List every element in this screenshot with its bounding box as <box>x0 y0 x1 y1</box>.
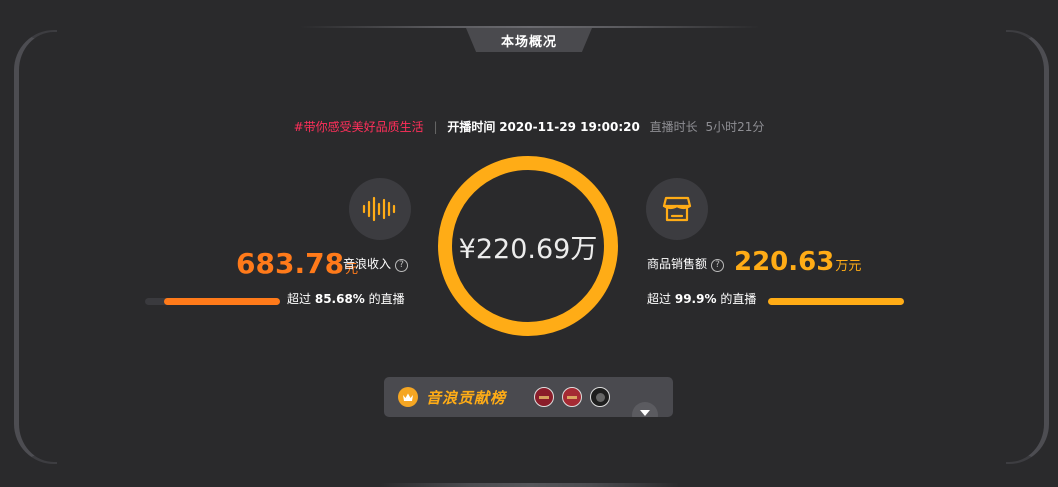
goods-sales-value: 220.63万元 <box>734 247 862 277</box>
sound-wave-income-label: 音浪收入 <box>343 257 392 271</box>
sales-rank-text: 超过 99.9% 的直播 <box>647 292 757 306</box>
sales-rank-percent: 99.9% <box>674 292 717 306</box>
store-icon <box>646 178 708 240</box>
live-topic-tag[interactable]: #带你感受美好品质生活 <box>294 120 424 134</box>
section-tab: 本场概况 <box>466 28 592 52</box>
sound-wave-icon <box>349 178 411 240</box>
total-amount: ¥220.69万 <box>458 233 598 265</box>
sound-wave-income-value: 683.78元 <box>236 247 359 280</box>
duration-value: 5小时21分 <box>705 120 765 134</box>
avatar[interactable] <box>562 387 582 407</box>
total-amount-ring: ¥220.69万 <box>438 156 618 336</box>
live-overview-panel: 本场概况 #带你感受美好品质生活 | 开播时间 2020-11-29 19:00… <box>0 0 1058 487</box>
left-frame-bracket <box>14 30 57 464</box>
top-divider <box>300 26 760 28</box>
start-time-value: 2020-11-29 19:00:20 <box>499 120 640 134</box>
question-icon[interactable]: ? <box>711 259 725 272</box>
contribution-ranking-title: 音浪贡献榜 <box>426 389 507 407</box>
avatar[interactable] <box>590 387 610 407</box>
income-progress-fill <box>164 298 280 305</box>
start-time-label: 开播时间 <box>447 120 496 134</box>
sales-progress-fill <box>768 298 904 305</box>
income-rank-text: 超过 85.68% 的直播 <box>287 292 405 306</box>
bottom-divider <box>380 483 680 487</box>
avatar[interactable] <box>534 387 554 407</box>
sound-wave-income-label-group: 音浪收入? <box>343 255 409 272</box>
live-info-line: #带你感受美好品质生活 | 开播时间 2020-11-29 19:00:20 直… <box>0 118 1058 135</box>
right-frame-bracket <box>1006 30 1049 464</box>
section-title: 本场概况 <box>500 34 557 50</box>
chevron-down-icon[interactable] <box>632 402 658 417</box>
sales-unit: 万元 <box>835 259 862 274</box>
goods-sales-label: 商品销售额 <box>647 257 708 271</box>
crown-icon <box>398 387 418 407</box>
panel-clip: 音浪贡献榜 <box>384 377 673 417</box>
question-icon[interactable]: ? <box>395 259 409 272</box>
duration-label: 直播时长 <box>649 120 698 134</box>
info-separator: | <box>433 120 438 134</box>
contribution-ranking-panel[interactable]: 音浪贡献榜 <box>384 377 673 417</box>
goods-sales-label-group: 商品销售额? <box>647 255 725 272</box>
income-rank-percent: 85.68% <box>314 292 365 306</box>
